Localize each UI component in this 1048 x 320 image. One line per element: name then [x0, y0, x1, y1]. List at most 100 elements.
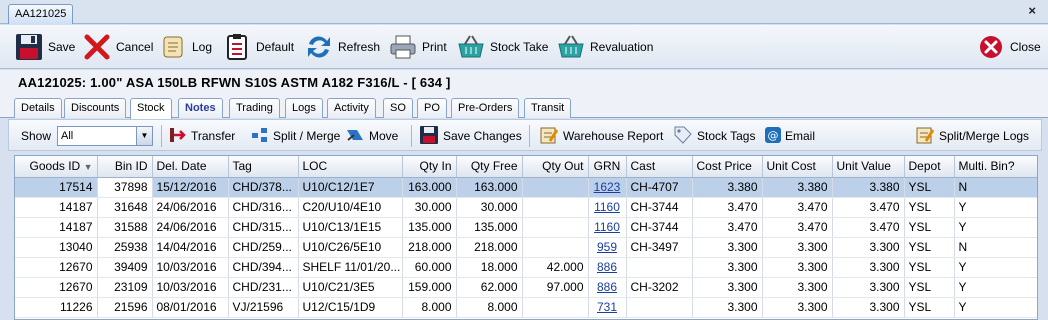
cell-tag: CHD/316... — [228, 197, 299, 218]
cell-loc: SHELF 11/01/20... — [298, 257, 403, 278]
grn-link[interactable]: 731 — [597, 300, 617, 314]
warehouse-report-button[interactable]: Warehouse Report — [539, 126, 663, 146]
cell-unit-cost: 3.300 — [762, 257, 833, 278]
printer-icon — [388, 32, 418, 62]
tab-activity[interactable]: Activity — [327, 98, 376, 118]
grn-link[interactable]: 886 — [597, 280, 617, 294]
tab-pre-orders[interactable]: Pre-Orders — [451, 98, 520, 118]
column-header-grn[interactable]: GRN — [588, 156, 627, 178]
tab-notes[interactable]: Notes — [178, 98, 223, 118]
transfer-button[interactable]: Transfer — [169, 126, 235, 146]
warehouse-report-label: Warehouse Report — [563, 129, 664, 143]
stock-toolbar: Show All ▼ Transfer Split / Merge Move S… — [8, 119, 1042, 151]
cancel-button[interactable]: Cancel — [82, 29, 153, 65]
cell-qty-out: 42.000 — [522, 257, 589, 278]
column-header-cost-price[interactable]: Cost Price — [692, 156, 763, 178]
table-row[interactable]: 17514 37898 15/12/2016 CHD/378... U10/C1… — [15, 177, 1037, 198]
show-filter-select[interactable]: All ▼ — [57, 126, 153, 146]
cell-depot: YSL — [904, 237, 955, 258]
refresh-button[interactable]: Refresh — [304, 29, 380, 65]
cell-multi-bin: N — [954, 177, 1037, 198]
cell-depot: YSL — [904, 197, 955, 218]
stock-tags-button[interactable]: Stock Tags — [673, 126, 755, 146]
stock-take-button[interactable]: Stock Take — [456, 29, 548, 65]
save-button[interactable]: Save — [14, 29, 75, 65]
table-row[interactable]: 11226 21596 08/01/2016 VJ/21596 U12/C15/… — [15, 297, 1037, 318]
cell-grn[interactable]: 731 — [588, 297, 627, 318]
column-header-del-date[interactable]: Del. Date — [152, 156, 229, 178]
close-button[interactable]: Close — [976, 29, 1041, 65]
show-label: Show — [21, 129, 52, 143]
column-header-depot[interactable]: Depot — [904, 156, 955, 178]
tab-stock[interactable]: Stock — [130, 98, 172, 119]
log-button[interactable]: Log — [158, 29, 212, 65]
tab-po[interactable]: PO — [417, 98, 447, 118]
document-tab-strip: AA121025 × — [0, 0, 1048, 24]
tab-discounts[interactable]: Discounts — [64, 98, 127, 118]
document-tab[interactable]: AA121025 — [8, 4, 74, 24]
grn-link[interactable]: 886 — [597, 260, 617, 274]
column-header-loc[interactable]: LOC — [298, 156, 403, 178]
column-header-qty-in[interactable]: Qty In — [402, 156, 457, 178]
column-header-tag[interactable]: Tag — [228, 156, 299, 178]
refresh-arrows-icon — [304, 32, 334, 62]
cell-qty-in: 163.000 — [402, 177, 457, 198]
cell-tag: CHD/259... — [228, 237, 299, 258]
email-button[interactable]: @ Email — [765, 126, 815, 146]
column-header-cast[interactable]: Cast — [626, 156, 693, 178]
column-header-bin-id[interactable]: Bin ID — [97, 156, 153, 178]
split-merge-logs-button[interactable]: Split/Merge Logs — [915, 126, 1029, 146]
column-header-multi-bin[interactable]: Multi. Bin? — [954, 156, 1037, 178]
document-close-icon[interactable]: × — [1028, 3, 1036, 18]
cell-unit-cost: 3.470 — [762, 197, 833, 218]
cell-unit-value: 3.300 — [832, 257, 905, 278]
tab-details[interactable]: Details — [14, 98, 62, 118]
cell-cost-price: 3.300 — [692, 257, 763, 278]
tab-so[interactable]: SO — [383, 98, 413, 118]
table-row[interactable]: 14187 31588 24/06/2016 CHD/315... U10/C1… — [15, 217, 1037, 238]
print-button[interactable]: Print — [388, 29, 447, 65]
cell-grn[interactable]: 1160 — [588, 197, 627, 218]
cell-grn[interactable]: 1623 — [588, 177, 627, 198]
grn-link[interactable]: 1623 — [594, 180, 621, 194]
cancel-x-icon — [82, 32, 112, 62]
column-header-goods-id[interactable]: Goods ID ▼ — [15, 156, 98, 178]
cell-grn[interactable]: 959 — [588, 237, 627, 258]
svg-text:@: @ — [768, 129, 779, 142]
grn-link[interactable]: 1160 — [594, 200, 620, 214]
move-button[interactable]: Move — [345, 126, 398, 146]
cell-grn[interactable]: 886 — [588, 277, 627, 298]
table-row[interactable]: 13040 25938 14/04/2016 CHD/259... U10/C2… — [15, 237, 1037, 258]
split-merge-icon — [251, 126, 269, 147]
cell-cast: CH-3744 — [626, 197, 693, 218]
column-header-qty-free[interactable]: Qty Free — [456, 156, 523, 178]
cell-grn[interactable]: 1160 — [588, 217, 627, 238]
save-changes-button[interactable]: Save Changes — [419, 125, 522, 146]
split-merge-button[interactable]: Split / Merge — [251, 126, 340, 146]
cell-qty-in: 60.000 — [402, 257, 457, 278]
column-header-qty-out[interactable]: Qty Out — [522, 156, 589, 178]
table-row[interactable]: 14187 31648 24/06/2016 CHD/316... C20/U1… — [15, 197, 1037, 218]
tab-logs[interactable]: Logs — [285, 98, 323, 118]
tab-transit[interactable]: Transit — [524, 98, 572, 118]
column-header-unit-value[interactable]: Unit Value — [832, 156, 905, 178]
cell-goods-id: 12670 — [15, 277, 98, 298]
cell-grn[interactable]: 886 — [588, 257, 627, 278]
grn-link[interactable]: 1160 — [594, 220, 620, 234]
cell-goods-id: 14187 — [15, 217, 98, 238]
cell-bin-id[interactable]: 37898 — [97, 177, 153, 198]
default-button[interactable]: Default — [222, 29, 294, 65]
cell-cost-price: 3.380 — [692, 177, 763, 198]
grn-link[interactable]: 959 — [597, 240, 617, 254]
detail-tab-strip: Details Discounts Stock Notes Trading Lo… — [0, 96, 1048, 119]
chevron-down-icon[interactable]: ▼ — [136, 127, 152, 145]
table-row[interactable]: 12670 39409 10/03/2016 CHD/394... SHELF … — [15, 257, 1037, 278]
tab-trading[interactable]: Trading — [229, 98, 280, 118]
column-header-unit-cost[interactable]: Unit Cost — [762, 156, 833, 178]
cell-bin-id: 23109 — [97, 277, 153, 298]
table-row[interactable]: 12670 23109 10/03/2016 CHD/231... U10/C2… — [15, 277, 1037, 298]
cell-bin-id: 21596 — [97, 297, 153, 318]
basket-icon — [456, 32, 486, 62]
revaluation-button[interactable]: Revaluation — [556, 29, 653, 65]
cell-unit-value: 3.470 — [832, 217, 905, 238]
